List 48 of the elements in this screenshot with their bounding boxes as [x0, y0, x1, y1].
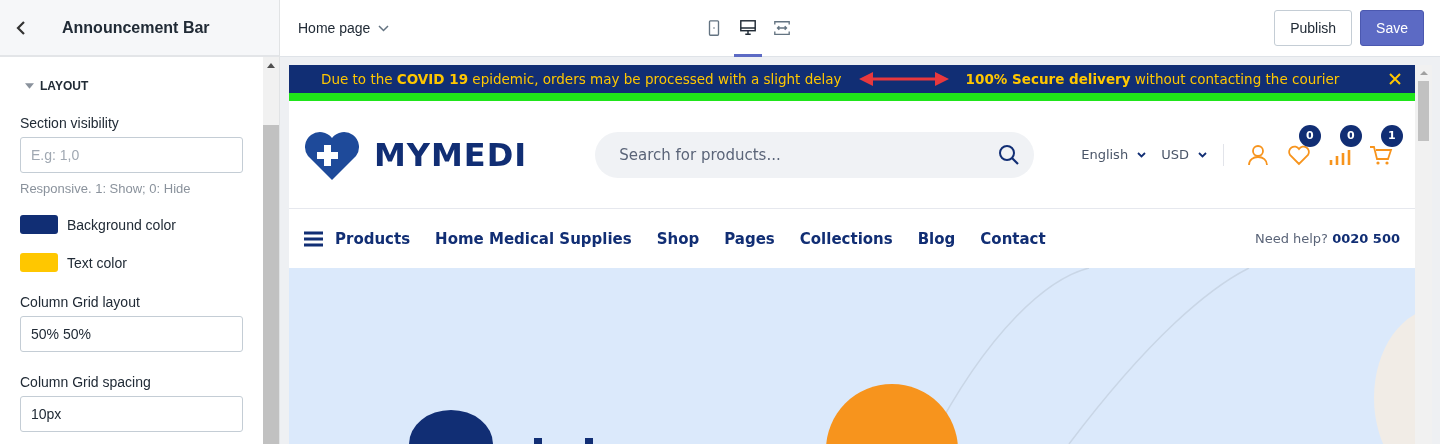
- field-label: Section visibility: [20, 115, 120, 131]
- page-selector[interactable]: Home page: [298, 20, 700, 36]
- color-swatch[interactable]: [20, 215, 58, 234]
- expand-icon: [773, 19, 791, 37]
- caret-icon: [25, 83, 34, 89]
- search-field[interactable]: Search for products...: [595, 131, 1035, 178]
- chevron-down-icon: [378, 24, 390, 32]
- help-text: Responsive. 1: Show; 0: Hide: [20, 181, 192, 196]
- text-field[interactable]: 50% 50%: [20, 316, 243, 352]
- field-label: Column Grid spacing: [20, 374, 152, 390]
- text-field[interactable]: E.g: 1,0: [20, 137, 243, 173]
- panel-title: Announcement Bar: [62, 18, 210, 37]
- chevron-down-icon: [1197, 151, 1207, 158]
- text-field[interactable]: 10px: [20, 396, 243, 432]
- color-label: Background color: [67, 216, 176, 233]
- chevron-down-icon: [1137, 151, 1147, 158]
- announcement-text: 100% Secure delivery without contacting the courier: [965, 71, 1340, 87]
- section-header[interactable]: LAYOUT: [25, 79, 243, 93]
- count-badge: 0: [1298, 124, 1321, 147]
- nav-link[interactable]: Contact: [980, 229, 1046, 248]
- double-arrow-icon: [858, 72, 949, 86]
- heart-cross-icon: [304, 129, 360, 180]
- announcement-text: Due to the COVID 19 epidemic, orders may be processed with a slight delay: [321, 71, 842, 87]
- search-icon[interactable]: [998, 143, 1021, 166]
- publish-button[interactable]: Publish: [1274, 10, 1353, 46]
- nav-link[interactable]: Shop: [656, 229, 700, 248]
- currency-selector[interactable]: USD: [1161, 147, 1207, 162]
- field-label: Column Grid layout: [20, 294, 141, 310]
- logo-text: MYMEDI: [374, 135, 528, 174]
- help-text: Need help? 0020 500: [1254, 231, 1400, 246]
- count-badge: 1: [1380, 124, 1403, 147]
- scroll-thumb[interactable]: [1418, 81, 1429, 141]
- menu-icon[interactable]: [304, 230, 323, 247]
- close-icon[interactable]: [1389, 73, 1401, 85]
- nav-link[interactable]: Blog: [917, 229, 956, 248]
- monitor-icon: [739, 19, 757, 37]
- nav-link[interactable]: Pages: [724, 229, 775, 248]
- back-icon[interactable]: [14, 19, 28, 36]
- nav-link[interactable]: Collections: [799, 229, 893, 248]
- count-badge: 0: [1339, 124, 1362, 147]
- language-selector[interactable]: English: [1081, 147, 1147, 162]
- save-button[interactable]: Save: [1360, 10, 1424, 46]
- color-swatch[interactable]: [20, 253, 58, 272]
- color-label: Text color: [67, 254, 127, 271]
- nav-link[interactable]: Products: [335, 229, 411, 248]
- scrollbar[interactable]: [263, 57, 279, 444]
- scroll-thumb[interactable]: [263, 125, 279, 444]
- nav-link[interactable]: Home Medical Supplies: [435, 229, 632, 248]
